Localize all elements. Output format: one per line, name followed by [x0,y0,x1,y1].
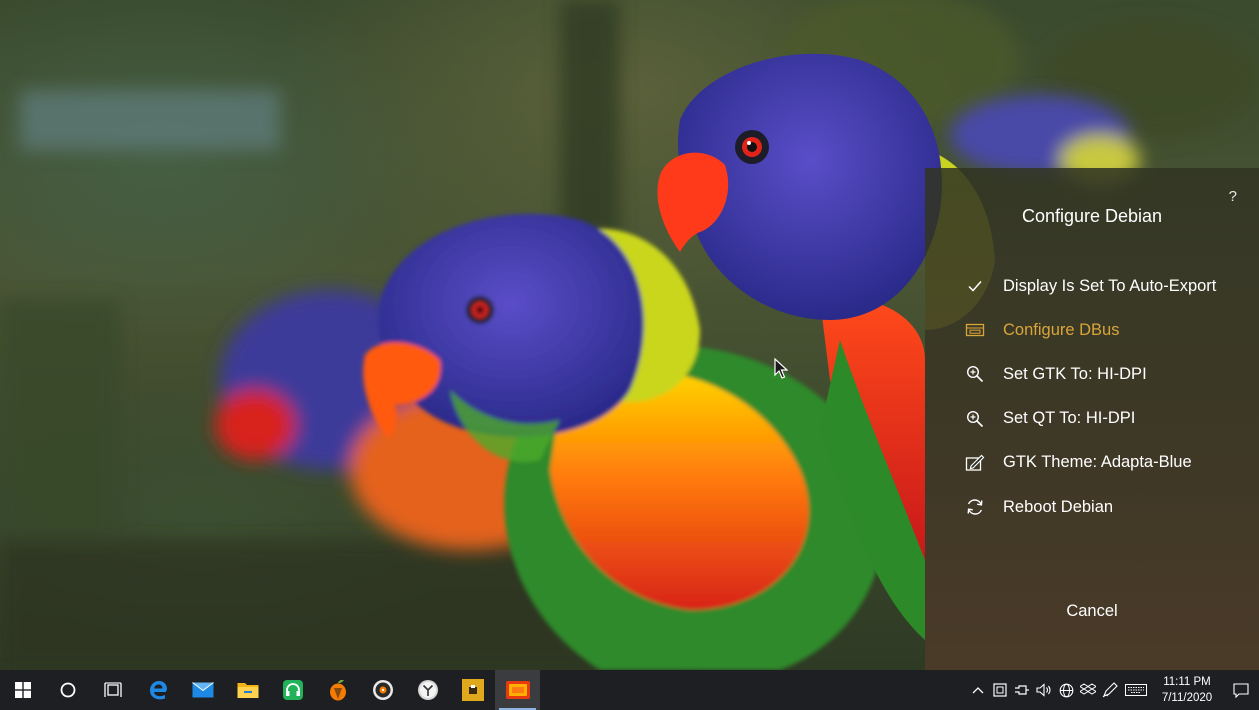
globe-icon[interactable] [1055,670,1077,710]
tablet-icon[interactable] [989,670,1011,710]
folder-icon [237,683,258,698]
action-center-button[interactable] [1223,670,1259,710]
file-explorer-app[interactable] [225,670,270,710]
checkmark-icon [963,274,987,298]
bus-icon [963,318,987,342]
task-view-button[interactable] [90,670,135,710]
clock-date: 7/11/2020 [1161,692,1213,704]
disc-icon [372,680,393,700]
edge-app[interactable] [135,670,180,710]
menu-item-label: Set GTK To: HI-DPI [1003,364,1147,383]
x-server-icon [505,681,530,699]
mail-app[interactable] [180,670,225,710]
menu-item-label: GTK Theme: Adapta-Blue [1003,453,1192,472]
theme-edit-icon [963,451,987,475]
menu-item-label: Reboot Debian [1003,497,1114,516]
search-button[interactable] [45,670,90,710]
menu-item-label: Configure DBus [1003,320,1120,339]
headphones-icon [282,680,303,700]
mouse-cursor-icon [774,358,788,379]
power-plug-icon[interactable] [1011,670,1033,710]
note-app[interactable] [450,670,495,710]
zoom-in-icon [963,407,987,431]
x-server-app[interactable] [495,670,540,710]
chevron-up-icon[interactable] [967,670,989,710]
headphones-app[interactable] [270,670,315,710]
cortana-circle-icon [60,682,75,698]
mail-icon [191,682,214,698]
menu-item-set-gtk-hidpi[interactable]: Set GTK To: HI-DPI [963,352,1216,396]
configure-menu: Display Is Set To Auto-Export Configure … [963,264,1216,529]
configure-debian-panel: ? Configure Debian Display Is Set To Aut… [925,168,1259,670]
menu-item-reboot-debian[interactable]: Reboot Debian [963,485,1216,529]
menu-item-display-auto-export[interactable]: Display Is Set To Auto-Export [963,264,1216,308]
fl-studio-app[interactable] [315,670,360,710]
note-icon [461,679,484,701]
pen-icon[interactable] [1099,670,1121,710]
system-tray: 11:11 PM 7/11/2020 [967,670,1259,710]
edge-icon [149,681,167,700]
refresh-icon [963,495,987,519]
menu-item-label: Display Is Set To Auto-Export [1003,276,1217,295]
menu-item-set-qt-hidpi[interactable]: Set QT To: HI-DPI [963,397,1216,441]
menu-item-label: Set QT To: HI-DPI [1003,409,1136,428]
disc-app[interactable] [360,670,405,710]
cancel-button[interactable]: Cancel [925,602,1259,621]
dropbox-icon[interactable] [1077,670,1099,710]
zoom-in-icon [963,362,987,386]
windows-logo-icon [14,682,31,698]
help-button[interactable]: ? [1229,188,1237,205]
taskbar-clock[interactable]: 11:11 PM 7/11/2020 [1157,674,1217,706]
task-view-icon [103,682,122,697]
volume-icon[interactable] [1033,670,1055,710]
menu-item-configure-dbus[interactable]: Configure DBus [963,308,1216,352]
start-button[interactable] [0,670,45,710]
fruity-icon [329,680,346,701]
taskbar: 11:11 PM 7/11/2020 [0,670,1259,710]
panel-title: Configure Debian [1021,206,1163,226]
clock-time: 11:11 PM [1163,676,1211,688]
clock-app[interactable] [405,670,450,710]
clock-icon [417,680,438,700]
notification-icon [1233,682,1249,698]
menu-item-gtk-theme[interactable]: GTK Theme: Adapta-Blue [963,441,1216,485]
keyboard-icon[interactable] [1121,670,1151,710]
